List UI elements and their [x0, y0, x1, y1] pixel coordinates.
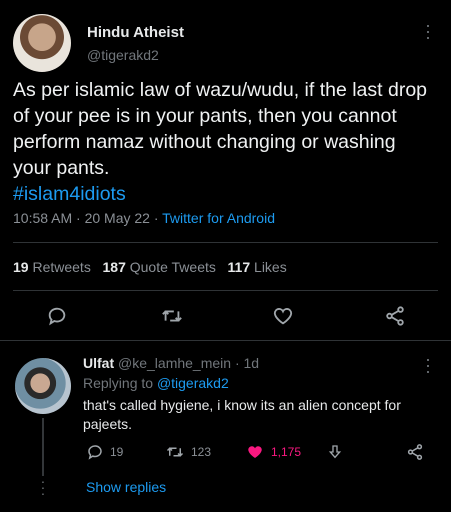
likes-stat[interactable]: 117 Likes: [228, 259, 287, 275]
reply-retweet-count: 123: [191, 445, 212, 459]
hashtag-link[interactable]: #islam4idiots: [13, 183, 126, 205]
reply-more-options-icon[interactable]: · · ·: [423, 350, 433, 380]
retweet-button[interactable]: [160, 305, 184, 332]
reply-author-avatar[interactable]: [15, 358, 71, 414]
tweet-source-link[interactable]: Twitter for Android: [162, 210, 275, 226]
reply-icon: [88, 445, 102, 460]
retweets-label: Retweets: [28, 259, 91, 275]
tweet-stats: 19 Retweets 187 Quote Tweets 117 Likes: [13, 259, 287, 275]
replying-to: Replying to @tigerakd2: [83, 375, 229, 391]
show-replies-link[interactable]: Show replies: [86, 479, 166, 495]
quotes-stat[interactable]: 187 Quote Tweets: [103, 259, 216, 275]
retweet-icon: [162, 310, 182, 322]
reply-share-button[interactable]: [405, 443, 425, 466]
downvote-arrow-icon: [328, 445, 342, 459]
reply-header: Ulfat @ke_lamhe_mein · 1d: [83, 355, 259, 371]
divider: [0, 340, 451, 341]
author-name[interactable]: Hindu Atheist: [87, 24, 184, 41]
author-avatar[interactable]: [13, 14, 71, 72]
reply-reply-count: 19: [110, 445, 124, 459]
quotes-label: Quote Tweets: [125, 259, 216, 275]
downvote-button[interactable]: [327, 443, 343, 466]
reply-text: that's called hygiene, i know its an ali…: [83, 397, 401, 432]
tweet-body: As per islamic law of wazu/wudu, if the …: [13, 79, 428, 179]
reply-like-button[interactable]: 1,175: [245, 443, 301, 461]
more-options-icon[interactable]: · · ·: [423, 16, 433, 46]
retweets-count: 19: [13, 259, 29, 275]
reply-retweet-button[interactable]: 123: [165, 443, 211, 461]
replying-label: Replying to: [83, 375, 157, 391]
likes-count: 117: [227, 259, 251, 275]
thread-line: [42, 418, 44, 476]
share-icon: [386, 306, 404, 326]
heart-filled-icon: [248, 446, 262, 458]
quotes-count: 187: [102, 259, 126, 275]
reply-author-name[interactable]: Ulfat: [83, 355, 114, 371]
tweet-meta: 10:58 AM · 20 May 22 · Twitter for Andro…: [13, 210, 275, 226]
share-icon: [407, 444, 423, 460]
like-button[interactable]: [271, 305, 295, 332]
heart-icon: [273, 308, 293, 325]
reply-button[interactable]: [46, 305, 68, 332]
reply-reply-button[interactable]: 19: [86, 443, 123, 461]
divider: [13, 242, 438, 243]
likes-label: Likes: [250, 259, 287, 275]
retweets-stat[interactable]: 19 Retweets: [13, 259, 91, 275]
tweet-time: 10:58 AM · 20 May 22 ·: [13, 210, 163, 226]
reply-like-count: 1,175: [271, 445, 302, 459]
retweet-icon: [166, 447, 184, 457]
reply-handle-time[interactable]: @ke_lamhe_mein · 1d: [114, 355, 259, 371]
tweet-text: As per islamic law of wazu/wudu, if the …: [13, 77, 433, 207]
replying-to-link[interactable]: @tigerakd2: [157, 375, 229, 391]
author-handle[interactable]: @tigerakd2: [87, 47, 159, 63]
divider: [13, 290, 438, 291]
thread-dots-icon: · · ·: [40, 473, 46, 501]
reply-icon: [48, 307, 66, 326]
share-button[interactable]: [383, 305, 407, 332]
